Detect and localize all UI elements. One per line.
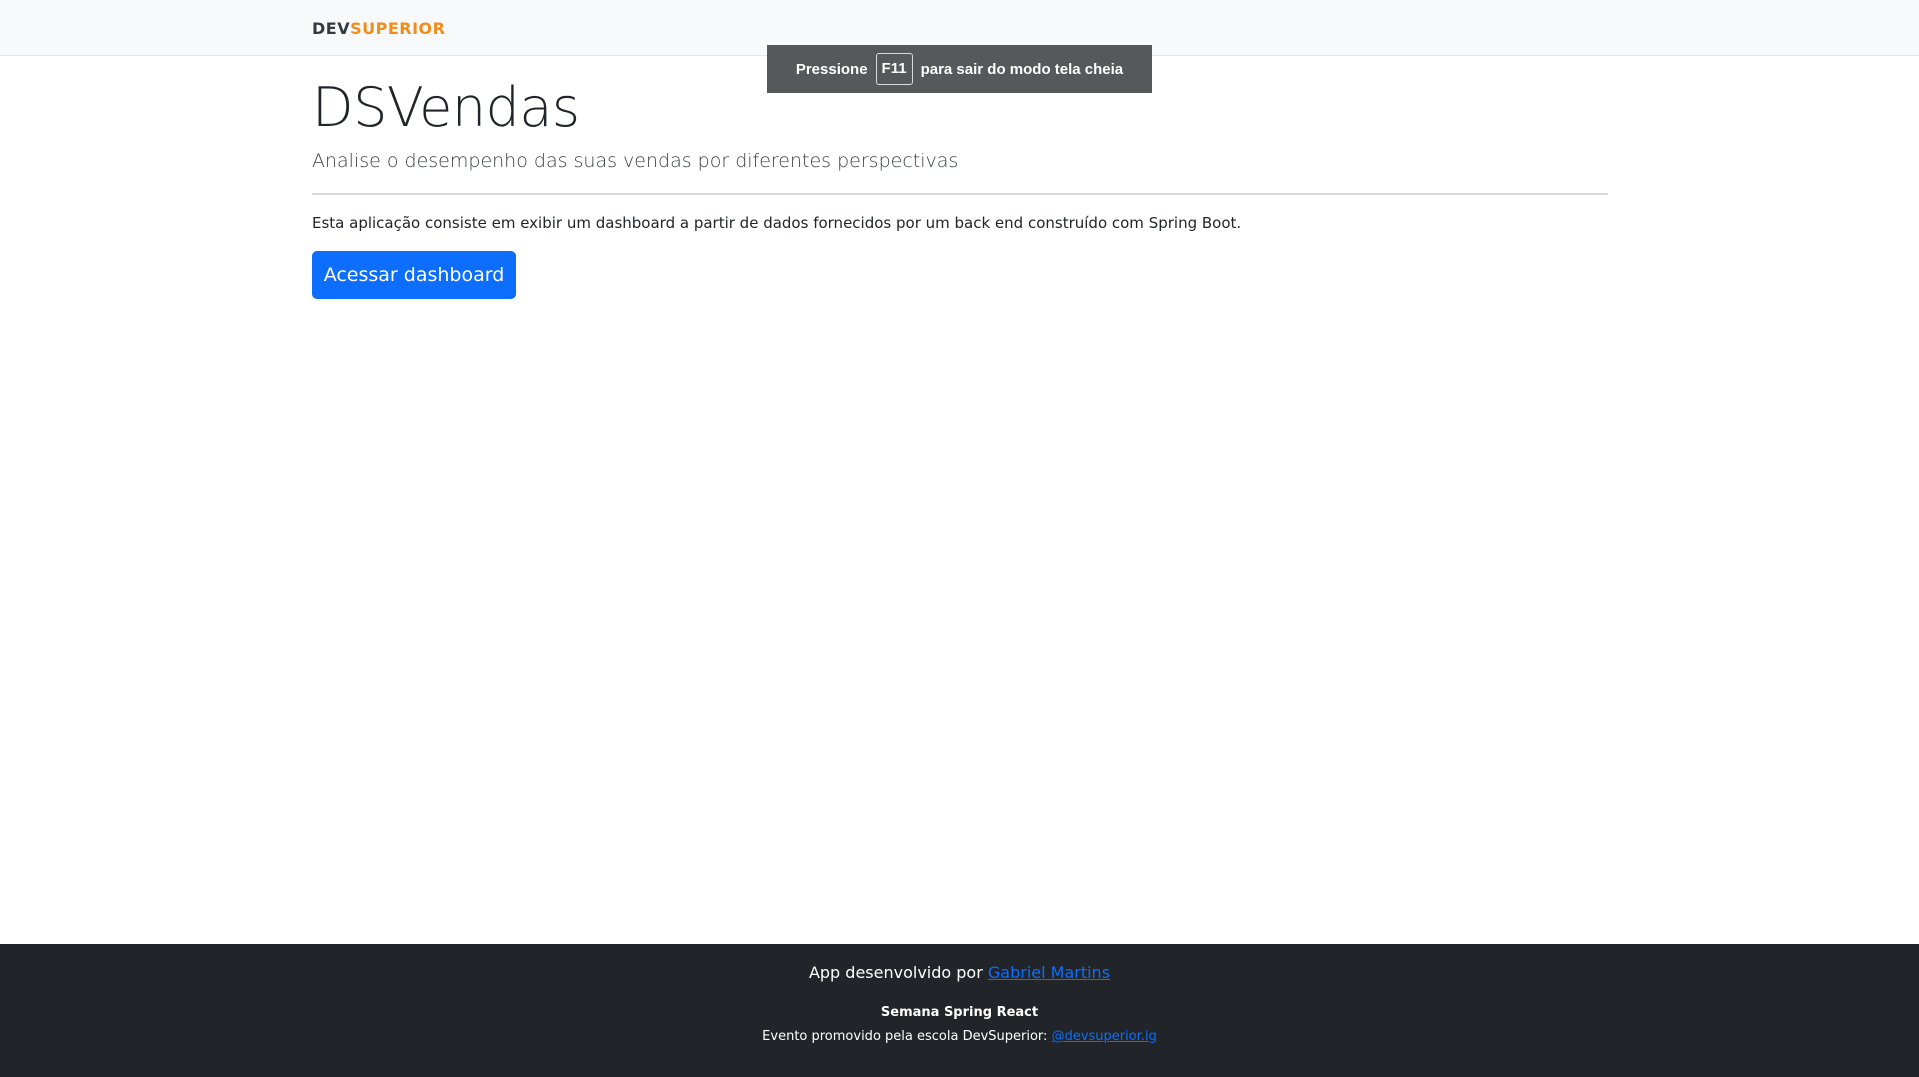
brand-superior-text: SUPERIOR <box>350 19 446 38</box>
instagram-link[interactable]: @devsuperior.ig <box>1052 1029 1157 1044</box>
footer-event-line: Evento promovido pela escola DevSuperior… <box>0 1028 1919 1046</box>
footer-event-prefix: Evento promovido pela escola DevSuperior… <box>762 1029 1048 1044</box>
footer-developer-prefix: App desenvolvido por <box>808 963 983 982</box>
developer-link[interactable]: Gabriel Martins <box>988 963 1110 982</box>
footer: App desenvolvido por Gabriel Martins Sem… <box>0 944 1919 1077</box>
access-dashboard-button[interactable]: Acessar dashboard <box>312 251 516 299</box>
brand-dev-text: DEV <box>312 19 351 38</box>
divider <box>312 193 1608 195</box>
footer-event-title: Semana Spring React <box>880 1005 1039 1020</box>
fullscreen-notice: Pressione F11 para sair do modo tela che… <box>767 45 1152 93</box>
brand-logo[interactable]: DEVSUPERIOR <box>312 19 445 39</box>
fullscreen-notice-suffix: para sair do modo tela cheia <box>920 60 1124 78</box>
fullscreen-notice-prefix: Pressione <box>795 60 868 78</box>
page-description: Esta aplicação consiste em exibir um das… <box>312 214 1242 232</box>
page-subtitle: Analise o desempenho das suas vendas por… <box>312 150 959 172</box>
footer-developer-line: App desenvolvido por Gabriel Martins <box>0 962 1919 984</box>
f11-key-badge: F11 <box>875 53 913 85</box>
page-title: DSVendas <box>312 76 580 139</box>
